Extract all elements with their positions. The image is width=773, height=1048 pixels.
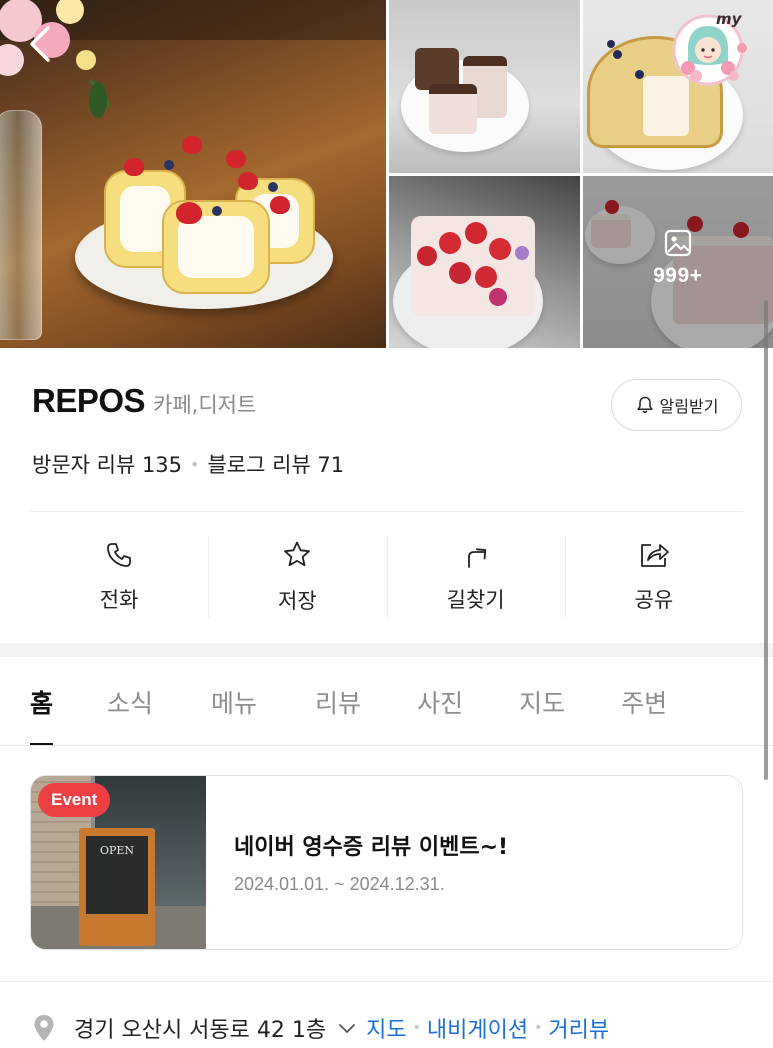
address-row: 경기 오산시 서동로 42 1층 지도 • 내비게이션 • 거리뷰 xyxy=(32,1012,609,1044)
photo-thumbnail[interactable] xyxy=(389,0,580,173)
map-link[interactable]: 지도 xyxy=(366,1012,406,1044)
event-card[interactable]: OPEN Event 네이버 영수증 리뷰 이벤트~! 2024.01.01. … xyxy=(30,775,743,950)
tab-bar: 홈 소식 메뉴 리뷰 사진 지도 주변 xyxy=(30,658,773,746)
tab-menu[interactable]: 메뉴 xyxy=(211,658,257,746)
blueberry xyxy=(212,206,222,216)
event-date: 2024.01.01. ~ 2024.12.31. xyxy=(234,874,445,894)
tab-label: 메뉴 xyxy=(211,689,258,718)
photo-gallery: 999+ xyxy=(0,0,773,348)
photo-count: 999+ xyxy=(583,228,773,288)
back-button[interactable] xyxy=(22,22,62,66)
tab-label: 사진 xyxy=(417,689,464,718)
action-bar: 전화 저장 길찾기 공유 xyxy=(30,532,743,622)
photo-thumbnail[interactable] xyxy=(389,175,580,348)
blueberry xyxy=(164,160,174,170)
scrollbar[interactable] xyxy=(764,300,768,780)
more-photos-thumbnail[interactable]: 999+ xyxy=(582,175,773,348)
bell-icon xyxy=(636,396,653,413)
strawberry xyxy=(417,245,437,266)
strawberry xyxy=(176,202,202,224)
star-icon xyxy=(284,541,311,567)
tab-photos[interactable]: 사진 xyxy=(417,658,463,746)
directions-button[interactable]: 길찾기 xyxy=(386,532,565,622)
strawberry xyxy=(226,150,246,168)
share-label: 공유 xyxy=(634,588,674,612)
tab-label: 주변 xyxy=(621,689,668,718)
strawberry xyxy=(270,196,290,214)
location-pin-icon xyxy=(34,1015,54,1041)
open-sign-board: OPEN xyxy=(86,836,148,914)
share-button[interactable]: 공유 xyxy=(564,532,743,622)
separator-dot: • xyxy=(412,1020,421,1036)
share-icon xyxy=(640,544,669,567)
blueberry xyxy=(634,70,644,79)
blueberry xyxy=(612,50,622,59)
chevron-left-icon xyxy=(30,26,50,62)
phone-icon xyxy=(107,543,132,567)
glass-vase xyxy=(0,110,42,340)
navigation-link[interactable]: 내비게이션 xyxy=(427,1012,528,1044)
chocolate-cake xyxy=(429,84,477,134)
directions-icon xyxy=(467,548,486,568)
strawberry xyxy=(238,172,258,190)
chevron-down-icon[interactable] xyxy=(336,1017,358,1039)
blueberry xyxy=(268,182,278,192)
tab-label: 홈 xyxy=(30,689,54,718)
separator-dot: • xyxy=(190,454,200,474)
section-separator xyxy=(0,643,773,657)
photo-count-label: 999+ xyxy=(653,263,703,287)
place-name: REPOS xyxy=(32,382,146,419)
event-title: 네이버 영수증 리뷰 이벤트~! xyxy=(234,835,509,860)
strawberry xyxy=(439,231,461,254)
tab-label: 리뷰 xyxy=(315,689,362,718)
tab-nearby[interactable]: 주변 xyxy=(621,658,667,746)
call-button[interactable]: 전화 xyxy=(30,532,208,622)
edible-flower xyxy=(489,287,507,306)
separator-dot: • xyxy=(534,1020,543,1036)
divider xyxy=(30,511,743,512)
review-summary: 방문자 리뷰 135 • 블로그 리뷰 71 xyxy=(32,449,344,479)
save-button[interactable]: 저장 xyxy=(208,532,386,622)
place-title-row: REPOS 카페,디저트 xyxy=(32,382,256,420)
notify-label: 알림받기 xyxy=(659,397,719,416)
image-icon xyxy=(664,229,691,256)
open-sign: OPEN xyxy=(79,828,155,946)
my-profile-badge[interactable]: my xyxy=(668,6,752,90)
badge-text: my xyxy=(716,10,743,28)
notify-button[interactable]: 알림받기 xyxy=(611,379,742,431)
save-label: 저장 xyxy=(278,589,317,613)
blog-reviews-link[interactable]: 블로그 리뷰 71 xyxy=(207,449,344,479)
avatar-icon: my xyxy=(672,10,747,86)
tab-label: 지도 xyxy=(519,689,566,718)
strawberry xyxy=(475,265,497,288)
visitor-reviews-link[interactable]: 방문자 리뷰 135 xyxy=(32,449,182,479)
blueberry xyxy=(606,40,615,48)
call-label: 전화 xyxy=(99,588,139,612)
tab-home[interactable]: 홈 xyxy=(30,658,54,746)
event-badge: Event xyxy=(38,783,111,817)
divider xyxy=(0,981,773,982)
address-text: 경기 오산시 서동로 42 1층 xyxy=(74,1018,327,1043)
tabs-divider xyxy=(0,745,773,746)
strawberry xyxy=(182,136,202,154)
tab-label: 소식 xyxy=(107,689,154,718)
strawberry xyxy=(124,158,144,176)
tab-news[interactable]: 소식 xyxy=(107,658,153,746)
strawberry xyxy=(449,261,471,284)
strawberry xyxy=(465,221,487,244)
place-category: 카페,디저트 xyxy=(153,393,257,417)
tab-map[interactable]: 지도 xyxy=(519,658,565,746)
directions-label: 길찾기 xyxy=(446,588,505,612)
strawberry xyxy=(489,237,511,260)
edible-flower xyxy=(515,245,529,260)
tab-reviews[interactable]: 리뷰 xyxy=(315,658,361,746)
street-view-link[interactable]: 거리뷰 xyxy=(548,1012,609,1044)
